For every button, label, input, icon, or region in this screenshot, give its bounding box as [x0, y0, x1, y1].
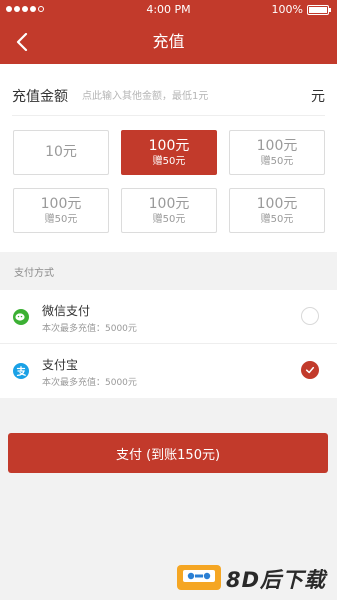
payment-section-header: 支付方式 [0, 252, 337, 290]
custom-amount-row: 充值金额 元 [12, 76, 325, 116]
amount-label: 充值金额 [12, 89, 68, 105]
payment-section-title: 支付方式 [14, 268, 54, 279]
radio-checked[interactable] [301, 361, 319, 379]
option-amount: 100元 [40, 195, 82, 212]
option-amount: 10元 [45, 144, 77, 160]
amount-option-100[interactable]: 100元 赠50元 [121, 188, 217, 233]
watermark-logo: 8D后下载 [176, 560, 334, 594]
payment-method-name: 支付宝 [42, 358, 79, 372]
checkmark-icon [305, 366, 315, 374]
watermark-text: 8D后下载 [226, 568, 327, 592]
option-amount: 100元 [256, 137, 298, 154]
amount-option-10[interactable]: 10元 [13, 130, 109, 175]
app-header: 4:00 PM 100% 充值 [0, 0, 337, 64]
payment-method-wechat[interactable]: 微信支付 本次最多充值：5000元 [0, 290, 337, 344]
nav-bar: 充值 [0, 20, 337, 64]
option-bonus: 赠50元 [44, 213, 78, 225]
payment-method-name: 微信支付 [42, 304, 91, 318]
option-amount: 100元 [256, 195, 298, 212]
payment-method-alipay[interactable]: 支付宝 本次最多充值：5000元 [0, 344, 337, 398]
pay-button[interactable]: 支付 (到账150元) [8, 433, 328, 473]
amount-option-100[interactable]: 100元 赠50元 [229, 130, 325, 175]
option-amount: 100元 [148, 137, 190, 154]
payment-limit-note: 本次最多充值：5000元 [42, 324, 137, 334]
cassette-logo-icon [177, 565, 221, 590]
amount-option-100[interactable]: 100元 赠50元 [121, 130, 217, 175]
option-bonus: 赠50元 [260, 213, 294, 225]
recharge-amount-card: 充值金额 元 10元 100元 赠50元 100元 赠50元 100元 赠50元… [0, 64, 337, 252]
battery-percentage: 100% [271, 3, 303, 16]
amount-input[interactable] [82, 86, 302, 106]
wechat-pay-icon [13, 309, 29, 325]
page-title: 充值 [152, 32, 185, 51]
payment-limit-note: 本次最多充值：5000元 [42, 378, 137, 388]
status-bar: 4:00 PM 100% [0, 0, 337, 20]
amount-option-100[interactable]: 100元 赠50元 [13, 188, 109, 233]
amount-unit: 元 [311, 89, 325, 105]
option-amount: 100元 [148, 195, 190, 212]
amount-option-100[interactable]: 100元 赠50元 [229, 188, 325, 233]
radio-unchecked[interactable] [301, 307, 319, 325]
option-bonus: 赠50元 [260, 155, 294, 167]
alipay-icon [13, 363, 29, 379]
payment-method-list: 微信支付 本次最多充值：5000元 支付宝 本次最多充值：5000元 [0, 290, 337, 398]
option-bonus: 赠50元 [152, 155, 186, 167]
battery-icon [307, 5, 331, 15]
option-bonus: 赠50元 [152, 213, 186, 225]
